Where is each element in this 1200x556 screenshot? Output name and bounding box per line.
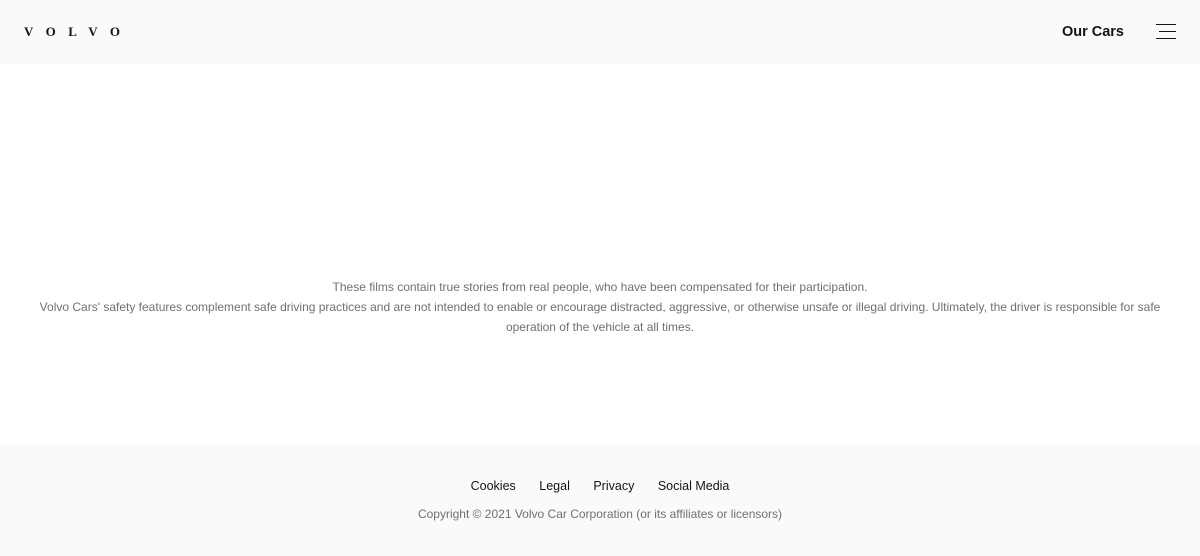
our-cars-link[interactable]: Our Cars — [1062, 23, 1124, 41]
footer-links: Cookies Legal Privacy Social Media — [0, 478, 1200, 494]
safety-disclaimer: These films contain true stories from re… — [0, 277, 1200, 337]
volvo-logo[interactable]: VOLVO — [24, 25, 132, 39]
menu-line — [1156, 38, 1176, 39]
hamburger-menu-icon[interactable] — [1154, 22, 1176, 42]
footer-link-social-media[interactable]: Social Media — [658, 479, 730, 493]
site-header: VOLVO Our Cars — [0, 0, 1200, 64]
menu-line — [1159, 31, 1176, 32]
footer-link-cookies[interactable]: Cookies — [471, 479, 516, 493]
site-footer: Cookies Legal Privacy Social Media Copyr… — [0, 444, 1200, 556]
footer-link-privacy[interactable]: Privacy — [593, 479, 634, 493]
disclaimer-line-2: Volvo Cars' safety features complement s… — [39, 300, 1161, 334]
menu-line — [1156, 24, 1176, 25]
copyright-text: Copyright © 2021 Volvo Car Corporation (… — [417, 507, 783, 521]
disclaimer-line-1: These films contain true stories from re… — [332, 280, 868, 294]
footer-link-legal[interactable]: Legal — [539, 479, 570, 493]
